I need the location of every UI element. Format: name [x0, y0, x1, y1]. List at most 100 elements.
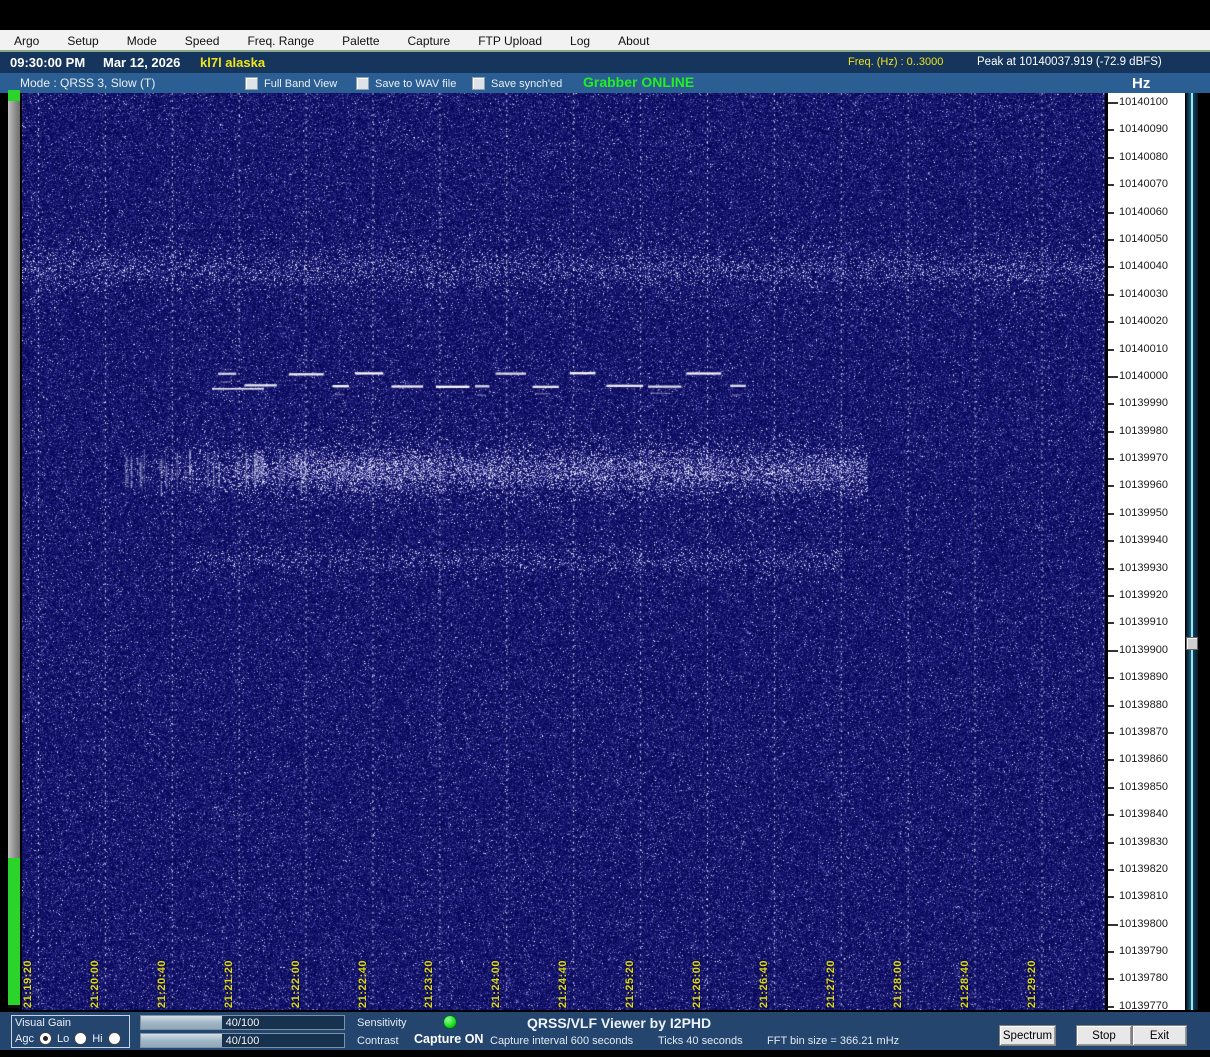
freq-tick-mark — [1108, 211, 1114, 214]
freq-label: 10140010 — [1119, 342, 1168, 355]
freq-label: 10140070 — [1119, 178, 1168, 191]
stop-button[interactable]: Stop — [1076, 1025, 1132, 1046]
menu-bar: Argo Setup Mode Speed Freq. Range Palette Capt… — [0, 30, 1210, 52]
checkbox-save-synch-ed[interactable] — [472, 77, 485, 90]
frequency-offset-scrollbar[interactable] — [1186, 93, 1198, 1010]
menu-item-setup[interactable]: Setup — [53, 34, 112, 48]
contrast-label: Contrast — [357, 1035, 399, 1047]
menu-item-ftp-upload[interactable]: FTP Upload — [464, 34, 556, 48]
freq-tick-mark — [1108, 430, 1114, 433]
title-bar: 09:30:00 PM Mar 12, 2026 kl7l alaska Fre… — [0, 52, 1210, 73]
grabber-status: Grabber ONLINE — [583, 74, 695, 90]
freq-tick-mark — [1108, 622, 1114, 625]
sensitivity-label: Sensitivity — [357, 1017, 407, 1029]
visual-gain-option-label: Lo — [56, 1032, 70, 1045]
checkbox-label: Save to WAV file — [375, 77, 457, 90]
freq-tick-mark — [1108, 567, 1114, 570]
freq-label: 10139850 — [1119, 780, 1168, 793]
radio-hi[interactable] — [107, 1032, 121, 1045]
menu-item-about[interactable]: About — [604, 34, 663, 48]
freq-tick-mark — [1108, 321, 1114, 324]
freq-label: 10139990 — [1119, 397, 1168, 410]
visual-gain-option-label: Agc — [15, 1032, 34, 1045]
sensitivity-slider[interactable]: 40/100 — [140, 1015, 345, 1030]
visual-gain-panel: Visual Gain Agc Lo Hi — [11, 1015, 130, 1048]
freq-tick-mark — [1108, 540, 1114, 543]
freq-label: 10140100 — [1119, 96, 1168, 108]
freq-label: 10139960 — [1119, 479, 1168, 492]
freq-tick-mark — [1108, 375, 1118, 378]
visual-gain-title: Visual Gain — [15, 1017, 72, 1029]
scrollbar-thumb[interactable] — [1186, 637, 1198, 650]
freq-label: 10139870 — [1119, 725, 1168, 738]
freq-label: 10139820 — [1119, 862, 1168, 875]
menu-item-log[interactable]: Log — [556, 34, 604, 48]
app-title: QRSS/VLF Viewer by I2PHD — [527, 1015, 712, 1031]
mode-label: Mode : QRSS 3, Slow (T) — [20, 76, 156, 90]
freq-tick-mark — [1108, 841, 1114, 844]
freq-label: 10139970 — [1119, 452, 1168, 465]
freq-tick-mark — [1108, 129, 1114, 132]
capture-progress-strip — [8, 90, 20, 1008]
freq-label: 10139830 — [1119, 835, 1168, 848]
fft-bin-label: FFT bin size = 366.21 mHz — [767, 1035, 900, 1047]
menu-item-speed[interactable]: Speed — [171, 34, 234, 48]
freq-tick-mark — [1108, 677, 1114, 680]
freq-label: 10140050 — [1119, 232, 1168, 245]
freq-tick-mark — [1108, 731, 1114, 734]
progress-fill — [8, 858, 20, 1005]
spectrum-button[interactable]: Spectrum — [999, 1025, 1056, 1046]
freq-label: 10139930 — [1119, 561, 1168, 574]
checkbox-full-band-view[interactable] — [245, 77, 258, 90]
menu-item-freq-range[interactable]: Freq. Range — [233, 34, 328, 48]
checkbox-save-to-wav-file[interactable] — [356, 77, 369, 90]
freq-tick-mark — [1108, 868, 1114, 871]
radio-agc[interactable] — [38, 1032, 52, 1045]
menu-item-argo[interactable]: Argo — [0, 34, 53, 48]
capture-interval-label: Capture interval 600 seconds — [490, 1035, 634, 1047]
freq-label: 10140040 — [1119, 260, 1168, 273]
freq-label: 10139790 — [1119, 945, 1168, 958]
menu-item-capture[interactable]: Capture — [394, 34, 465, 48]
contrast-slider-value: 40/100 — [225, 1034, 260, 1047]
freq-tick-mark — [1108, 923, 1118, 926]
contrast-slider[interactable]: 40/100 — [140, 1033, 345, 1048]
radio-lo[interactable] — [74, 1032, 88, 1045]
freq-label: 10140080 — [1119, 150, 1168, 163]
freq-label: 10139910 — [1119, 616, 1168, 629]
menu-item-mode[interactable]: Mode — [113, 34, 171, 48]
argo-window: Argo Setup Mode Speed Freq. Range Palette Capt… — [0, 0, 1210, 1057]
freq-label: 10140020 — [1119, 315, 1168, 328]
freq-tick-mark — [1108, 649, 1118, 652]
freq-tick-mark — [1108, 1005, 1114, 1008]
freq-label: 10139940 — [1119, 534, 1168, 547]
freq-unit-label: Hz — [1132, 75, 1151, 92]
freq-tick-mark — [1108, 238, 1114, 241]
freq-label: 10140090 — [1119, 123, 1168, 136]
waterfall-display[interactable] — [22, 93, 1105, 1010]
freq-label: 10139860 — [1119, 753, 1168, 766]
freq-tick-mark — [1108, 266, 1114, 269]
freq-tick-mark — [1108, 814, 1114, 817]
menu-item-palette[interactable]: Palette — [328, 34, 393, 48]
frequency-scale: 10140100 10140090 10140080 10140070 10140060… — [1108, 93, 1185, 1012]
exit-button[interactable]: Exit — [1132, 1025, 1187, 1046]
capture-led-icon — [443, 1015, 457, 1029]
freq-label: 10140000 — [1119, 369, 1168, 382]
sensitivity-slider-value: 40/100 — [225, 1016, 260, 1029]
visual-gain-options: Agc Lo Hi — [15, 1032, 121, 1045]
scrollbar-center-line — [1191, 93, 1193, 1010]
freq-label: 10139800 — [1119, 917, 1168, 930]
freq-tick-mark — [1108, 951, 1114, 954]
freq-tick-mark — [1108, 184, 1114, 187]
freq-label: 10139880 — [1119, 698, 1168, 711]
freq-tick-mark — [1108, 978, 1114, 981]
checkbox-group-2: Save synch'ed — [472, 77, 562, 90]
freq-range-readout: Freq. (Hz) : 0..3000 — [848, 56, 944, 68]
capture-status: Capture ON — [414, 1032, 484, 1046]
freq-tick-mark — [1108, 403, 1114, 406]
freq-tick-mark — [1108, 512, 1114, 515]
station-callsign: kl7l alaska — [200, 55, 266, 70]
ticks-label: Ticks 40 seconds — [658, 1035, 743, 1047]
freq-label: 10139840 — [1119, 808, 1168, 821]
